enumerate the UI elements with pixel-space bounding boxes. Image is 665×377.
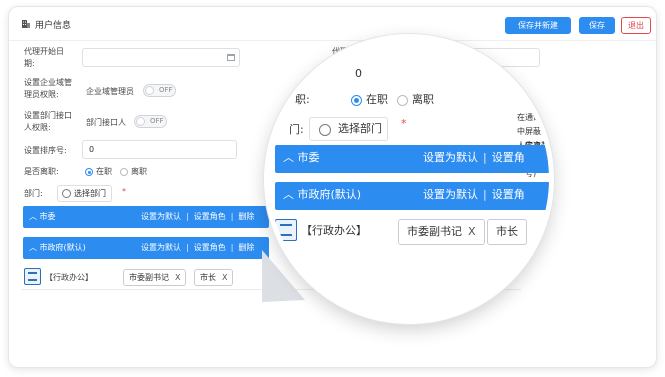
start-date-label-cont: 期: (24, 59, 35, 68)
zoom-dept-actions: 设置为默认 | 设置角 (423, 182, 525, 208)
separator: | (186, 212, 189, 221)
role-tag: 市委副书记 X (123, 269, 187, 286)
zoom-dept-label: 门: (289, 123, 304, 136)
dept-interface-text: 部门接口人 (86, 118, 126, 127)
zoom-role-tag: 市委副书记 X (398, 219, 485, 245)
delete-link[interactable]: 删除 (238, 212, 254, 221)
toggle-state: OFF (159, 86, 173, 94)
page-header: 用户信息 保存并新建 保存 退出 (9, 7, 656, 41)
set-default-link[interactable]: 设置为默认 (141, 212, 181, 221)
status-left-radio[interactable] (120, 168, 128, 176)
office-name: 【行政办公】 (45, 273, 93, 282)
set-default-link[interactable]: 设置为默认 (423, 188, 478, 201)
dept-name: ︿ 市政府(默认) (29, 243, 86, 252)
required-mark: * (122, 187, 126, 196)
enterprise-admin-label: 设置企业域管 (24, 78, 72, 87)
dept-interface-toggle[interactable]: OFF (134, 115, 167, 128)
start-date-label: 代理开始日 (24, 47, 64, 56)
collapse-chevron-icon[interactable]: ︿ (29, 212, 37, 221)
enterprise-admin-text: 企业域管理员 (86, 87, 134, 96)
set-role-link[interactable]: 设置角 (492, 188, 525, 201)
collapse-chevron-icon[interactable]: ︿ (29, 243, 37, 252)
dept-label: 部门: (24, 189, 43, 198)
save-button[interactable]: 保存 (579, 17, 615, 34)
separator: | (230, 212, 234, 221)
sort-input[interactable]: 0 (82, 140, 237, 159)
page-title: 用户信息 (35, 21, 72, 31)
dept-name: ︿ 市委 (29, 212, 56, 221)
set-role-link[interactable]: 设置角 (492, 151, 525, 164)
zoom-office-name: 【行政办公】 (301, 224, 367, 237)
status-active-text: 在职 (96, 167, 112, 176)
document-icon (24, 268, 41, 285)
remove-tag-icon[interactable]: X (175, 273, 180, 282)
separator: | (230, 243, 234, 252)
status-active-radio[interactable] (85, 168, 93, 176)
select-dept-button[interactable]: 选择部门 (57, 185, 112, 202)
zoom-hidden-value: 0 (355, 67, 362, 80)
resigned-label: 是否离职: (24, 167, 59, 176)
enterprise-admin-label-cont: 理员权限: (24, 90, 59, 99)
zoom-dept-bar: ︿ 市政府(默认) 设置为默认 | 设置角 (275, 182, 549, 210)
toggle-knob (136, 117, 145, 126)
set-default-link[interactable]: 设置为默认 (423, 151, 478, 164)
dept-actions: 设置为默认 | 设置角色 | 删除 (141, 237, 254, 259)
set-default-link[interactable]: 设置为默认 (141, 243, 181, 252)
select-dept-label: 选择部门 (74, 189, 106, 198)
zoom-document-icon (275, 219, 297, 241)
zoom-role-tag: 市长 (487, 219, 527, 245)
toggle-knob (145, 86, 154, 95)
dept-actions: 设置为默认 | 设置角色 | 删除 (141, 206, 254, 228)
separator: | (483, 188, 487, 201)
zoom-status-left-radio[interactable] (397, 95, 408, 106)
remove-tag-icon[interactable]: X (222, 273, 227, 282)
zoom-dept-name: ︿ 市政府(默认) (283, 188, 362, 201)
user-icon (319, 124, 331, 136)
toggle-state: OFF (150, 117, 164, 125)
status-left-text: 离职 (131, 167, 147, 176)
remove-tag-icon[interactable]: X (468, 225, 476, 238)
zoom-dept-name: ︿ 市委 (283, 151, 320, 164)
calendar-icon[interactable] (227, 54, 235, 61)
start-date-input[interactable] (82, 48, 240, 67)
collapse-chevron-icon[interactable]: ︿ (283, 188, 294, 201)
user-icon (62, 189, 71, 198)
delete-link[interactable]: 删除 (238, 243, 254, 252)
exit-button[interactable]: 退出 (621, 17, 651, 34)
zoom-dept-bar: ︿ 市委 设置为默认 | 设置角 (275, 145, 549, 173)
separator: | (483, 151, 487, 164)
set-role-link[interactable]: 设置角色 (194, 212, 226, 221)
zoom-status-active-text: 在职 (366, 93, 388, 106)
dept-bar: ︿ 市委 设置为默认 | 设置角色 | 删除 (23, 206, 269, 228)
zoom-select-dept-label: 选择部门 (338, 122, 382, 135)
zoom-dept-actions: 设置为默认 | 设置角 (423, 145, 525, 171)
sort-label: 设置排序号: (24, 146, 67, 155)
zoom-status-left-text: 离职 (412, 93, 434, 106)
save-and-new-button[interactable]: 保存并新建 (505, 17, 571, 34)
dept-bar: ︿ 市政府(默认) 设置为默认 | 设置角色 | 删除 (23, 237, 269, 259)
separator: | (186, 243, 189, 252)
dept-interface-label: 设置部门接口 (24, 111, 72, 120)
zoom-select-dept-button[interactable]: 选择部门 (309, 117, 388, 141)
zoom-status-label: 职: (295, 93, 310, 106)
dept-interface-label-cont: 人权限: (24, 123, 51, 132)
enterprise-admin-toggle[interactable]: OFF (143, 84, 176, 97)
collapse-chevron-icon[interactable]: ︿ (283, 151, 294, 164)
set-role-link[interactable]: 设置角色 (194, 243, 226, 252)
building-icon (22, 20, 30, 28)
role-tag: 市长 X (194, 269, 234, 286)
magnifier-lens: 0 职: 在职 离职 门: 选择部门 * 在通讯录中屏蔽个人信息 定次数锁定账号… (264, 34, 554, 324)
zoom-required-mark: * (401, 117, 407, 130)
zoom-status-active-radio[interactable] (351, 95, 362, 106)
